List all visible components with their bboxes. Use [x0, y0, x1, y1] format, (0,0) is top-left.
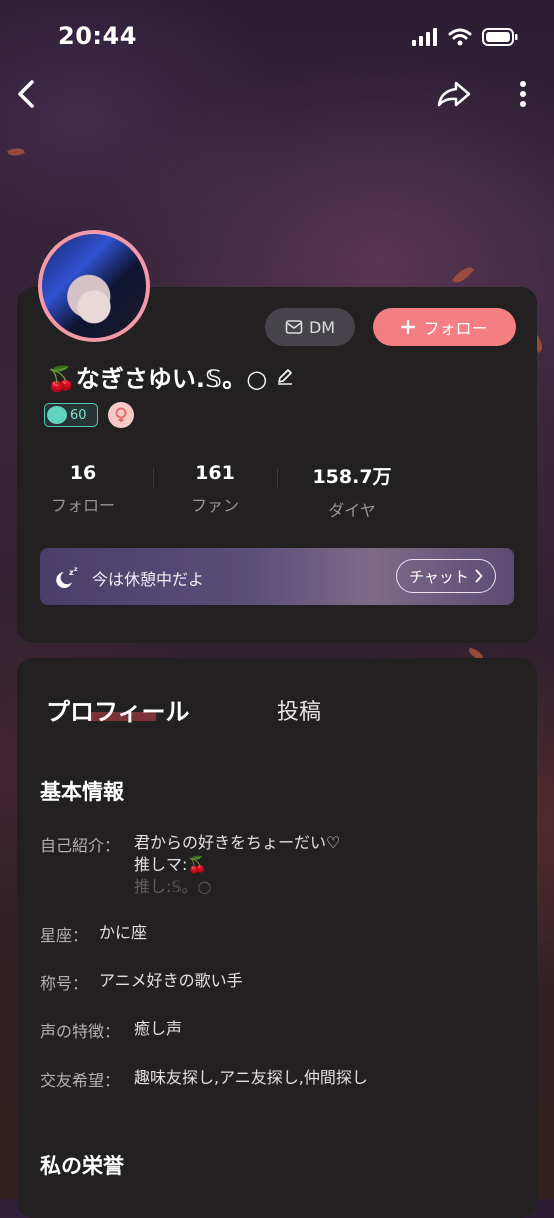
stat-diamonds-value: 158.7万 — [312, 466, 392, 488]
more-button[interactable] — [508, 76, 538, 112]
leaf-decoration — [7, 145, 25, 159]
intro-line: 推し:𝕊。○ — [134, 877, 212, 896]
profile-name-row: 🍒なぎさゆい.𝕊。○ — [46, 358, 295, 394]
honors-title: 私の栄誉 — [40, 1154, 124, 1178]
stat-divider — [277, 468, 278, 488]
plus-icon — [401, 320, 416, 334]
stat-follow-label: フォロー — [50, 496, 115, 515]
voice-value: 癒し声 — [134, 1019, 183, 1038]
friend-wish-value: 趣味友探し,アニ友探し,仲間探し — [134, 1068, 368, 1087]
back-button[interactable] — [10, 76, 42, 112]
share-button[interactable] — [434, 76, 474, 112]
badges-row: 60 — [44, 402, 134, 428]
svg-text:z: z — [74, 566, 78, 573]
stat-divider — [153, 468, 154, 488]
status-text: 今は休憩中だよ — [92, 570, 205, 589]
stat-fans-label: ファン — [190, 496, 239, 515]
stat-follow-value: 16 — [69, 462, 97, 484]
battery-icon — [482, 28, 518, 46]
leaf-decoration — [452, 263, 474, 287]
zodiac-value: かに座 — [99, 923, 148, 942]
tab-posts[interactable]: 投稿 — [277, 694, 321, 726]
level-value: 60 — [70, 407, 87, 423]
title-value: アニメ好きの歌い手 — [99, 971, 243, 990]
dm-label: DM — [308, 317, 336, 337]
status-time: 20:44 — [58, 22, 137, 50]
profile-name: 🍒なぎさゆい.𝕊。○ — [46, 364, 268, 393]
chevron-left-icon — [18, 80, 34, 108]
wifi-icon — [448, 28, 472, 46]
edit-pencil-icon[interactable] — [275, 366, 295, 386]
gender-badge — [108, 402, 134, 428]
stat-follow[interactable]: 16 フォロー — [28, 462, 138, 516]
stat-diamonds-label: ダイヤ — [328, 501, 376, 520]
status-icons — [412, 26, 518, 48]
basic-info-title: 基本情報 — [40, 780, 124, 804]
chat-label: チャット — [409, 567, 469, 586]
dm-button[interactable]: DM — [265, 308, 355, 346]
profile-details-card — [17, 658, 537, 1218]
stat-fans-value: 161 — [195, 462, 235, 484]
chat-button[interactable]: チャット — [396, 559, 496, 593]
signal-icon — [412, 28, 437, 46]
more-vertical-icon — [520, 81, 526, 107]
chevron-right-icon — [475, 569, 483, 583]
tab-profile[interactable]: プロフィール — [46, 692, 190, 727]
intro-value: 君からの好きをちょーだい♡ 推しマ:🍒 推し:𝕊。○ — [134, 832, 340, 898]
follow-label: フォロー — [423, 319, 488, 338]
sleepy-face-icon — [47, 406, 67, 424]
intro-label: 自己紹介： — [40, 836, 121, 855]
stat-fans[interactable]: 161 ファン — [160, 462, 270, 516]
zodiac-label: 星座： — [40, 926, 89, 945]
voice-label: 声の特徴： — [40, 1022, 121, 1041]
level-badge: 60 — [44, 403, 98, 427]
intro-line: 推しマ:🍒 — [134, 855, 208, 874]
intro-line: 君からの好きをちょーだい♡ — [134, 833, 341, 852]
friend-wish-label: 交友希望： — [40, 1071, 121, 1090]
mail-icon — [285, 320, 303, 334]
sleep-moon-icon: z z — [56, 566, 78, 588]
female-icon — [115, 407, 127, 422]
share-arrow-icon — [437, 81, 471, 107]
avatar[interactable] — [38, 230, 150, 342]
follow-button[interactable]: フォロー — [373, 308, 516, 346]
stat-diamonds[interactable]: 158.7万 ダイヤ — [297, 462, 407, 521]
title-label: 称号： — [40, 974, 89, 993]
avatar-image — [42, 234, 146, 338]
